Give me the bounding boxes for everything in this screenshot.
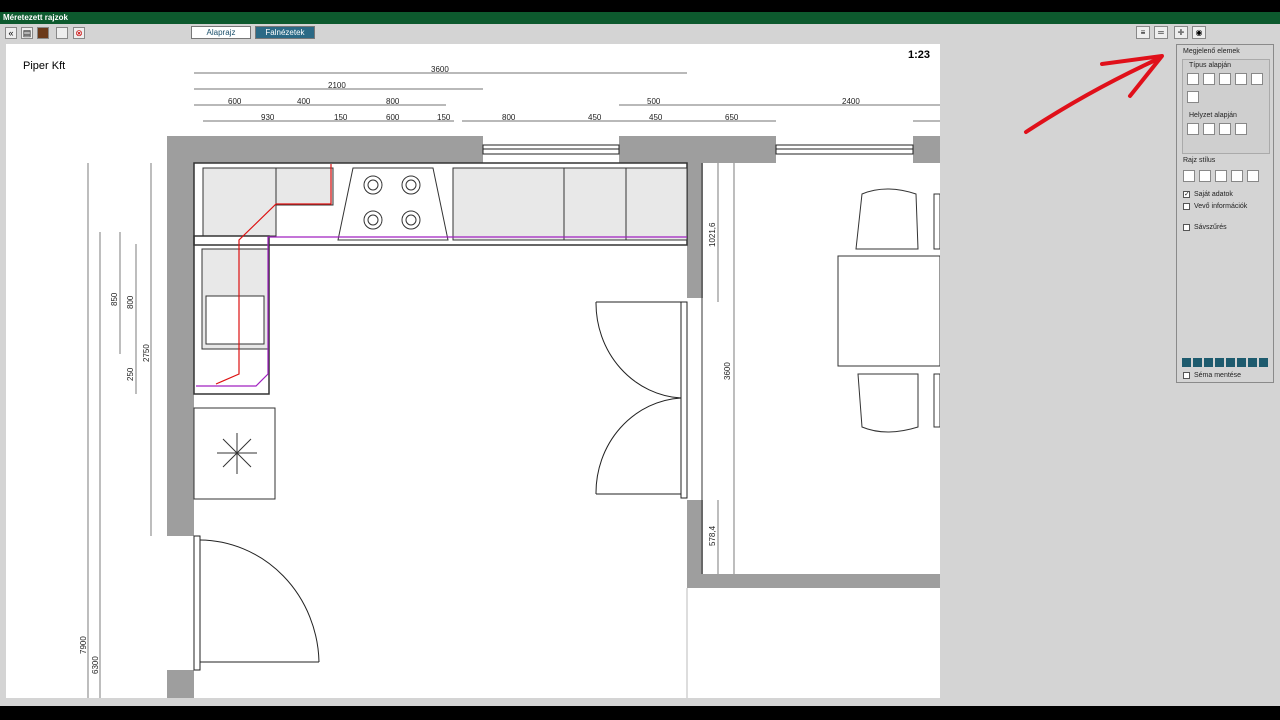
type-group-label: Típus alapján <box>1189 62 1232 69</box>
floor-plan: 3600 2100 600 400 800 500 2400 930 150 6… <box>79 65 940 698</box>
svg-text:800: 800 <box>126 295 135 309</box>
style-4-icon[interactable] <box>1231 170 1243 182</box>
display-panel: Megjelenő elemek Típus alapján Helyzet a… <box>1176 44 1274 383</box>
svg-text:800: 800 <box>386 97 400 106</box>
type-filter-3-icon[interactable] <box>1219 73 1231 85</box>
save-schema-checkbox[interactable] <box>1183 372 1190 379</box>
svg-text:578,4: 578,4 <box>708 525 717 546</box>
svg-text:850: 850 <box>110 292 119 306</box>
band-filter-label: Sávszűrés <box>1194 224 1227 231</box>
svg-text:2400: 2400 <box>842 97 860 106</box>
style-3-icon[interactable] <box>1215 170 1227 182</box>
drawing-canvas[interactable]: Piper Kft 1:23 3600 2100 600 400 800 500… <box>6 44 940 698</box>
bottom-bar <box>0 706 1280 720</box>
svg-text:500: 500 <box>647 97 661 106</box>
left-dimensions <box>87 163 152 698</box>
svg-text:450: 450 <box>649 113 663 122</box>
swatch-6[interactable] <box>1237 358 1246 367</box>
swatch-3[interactable] <box>1204 358 1213 367</box>
dim-overall: 3600 <box>431 65 449 74</box>
style-1-icon[interactable] <box>1183 170 1195 182</box>
style-group-label: Rajz stílus <box>1183 157 1216 164</box>
swatch-7[interactable] <box>1248 358 1257 367</box>
window-title: Méretezett rajzok <box>0 12 1280 24</box>
type-filter-4-icon[interactable] <box>1235 73 1247 85</box>
dim-segment: 2100 <box>328 81 346 90</box>
svg-text:3600: 3600 <box>723 362 732 380</box>
eye-icon[interactable]: ◉ <box>1192 26 1206 39</box>
svg-text:930: 930 <box>261 113 275 122</box>
swatch-1[interactable] <box>1182 358 1191 367</box>
band-filter-checkbox[interactable] <box>1183 224 1190 231</box>
svg-text:600: 600 <box>386 113 400 122</box>
close-icon[interactable]: ⊗ <box>73 27 85 39</box>
svg-text:2750: 2750 <box>142 344 151 362</box>
own-data-label: Saját adatok <box>1194 191 1233 198</box>
blank-icon[interactable] <box>56 27 68 39</box>
position-filter-1-icon[interactable] <box>1187 123 1199 135</box>
panel-title: Megjelenő elemek <box>1183 48 1240 55</box>
swatch-2[interactable] <box>1193 358 1202 367</box>
svg-text:650: 650 <box>725 113 739 122</box>
print-icon[interactable]: ▤ <box>21 27 33 39</box>
svg-text:6300: 6300 <box>91 656 100 674</box>
style-5-icon[interactable] <box>1247 170 1259 182</box>
tab-falnezetek[interactable]: Falnézetek <box>255 26 315 39</box>
save-schema-label: Séma mentése <box>1194 372 1242 379</box>
svg-text:600: 600 <box>228 97 242 106</box>
svg-text:450: 450 <box>588 113 602 122</box>
position-filter-3-icon[interactable] <box>1219 123 1231 135</box>
swatch-8[interactable] <box>1259 358 1268 367</box>
svg-text:7900: 7900 <box>79 636 88 654</box>
svg-text:400: 400 <box>297 97 311 106</box>
position-group-label: Helyzet alapján <box>1189 112 1237 119</box>
svg-text:800: 800 <box>502 113 516 122</box>
save-icon[interactable] <box>37 27 49 39</box>
top-bar <box>0 0 1280 12</box>
style-2-icon[interactable] <box>1199 170 1211 182</box>
svg-text:250: 250 <box>126 367 135 381</box>
swatch-5[interactable] <box>1226 358 1235 367</box>
svg-text:1021,6: 1021,6 <box>708 222 717 247</box>
type-filter-6-icon[interactable] <box>1187 91 1199 103</box>
svg-text:150: 150 <box>334 113 348 122</box>
own-data-checkbox[interactable]: ✓ <box>1183 191 1190 198</box>
customer-info-checkbox[interactable] <box>1183 203 1190 210</box>
cursor-icon[interactable]: ✛ <box>1174 26 1188 39</box>
type-filter-2-icon[interactable] <box>1203 73 1215 85</box>
back-icon[interactable]: « <box>5 27 17 39</box>
tab-alaprajz[interactable]: Alaprajz <box>191 26 251 39</box>
layout-icon[interactable]: ≡ <box>1136 26 1150 39</box>
annotation-arrow <box>1024 54 1164 134</box>
position-filter-4-icon[interactable] <box>1235 123 1247 135</box>
svg-text:150: 150 <box>437 113 451 122</box>
swatch-4[interactable] <box>1215 358 1224 367</box>
list-icon[interactable]: ═ <box>1154 26 1168 39</box>
type-filter-5-icon[interactable] <box>1251 73 1263 85</box>
customer-info-label: Vevő információk <box>1194 203 1248 210</box>
position-filter-2-icon[interactable] <box>1203 123 1215 135</box>
type-filter-1-icon[interactable] <box>1187 73 1199 85</box>
